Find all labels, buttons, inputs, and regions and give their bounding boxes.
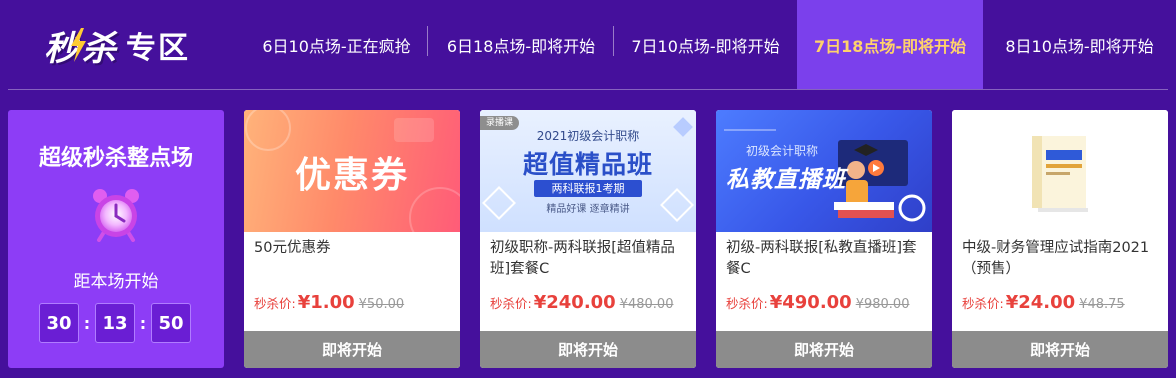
product-card-jingpin[interactable]: 录播课 2021初级会计职称 超值精品班 两科联报1考期 精品好课 逐章精讲 初… [480,110,696,368]
price-label: 秒杀价: [962,296,1004,311]
session-tab-7-18[interactable]: 7日18点场-即将开始 [797,0,983,89]
session-tab-7-10[interactable]: 7日10点场-即将开始 [614,0,797,89]
product-thumbnail[interactable]: 录播课 2021初级会计职称 超值精品班 两科联报1考期 精品好课 逐章精讲 [480,110,696,232]
logo-text-zhuanqu: 专区 [126,31,190,66]
price-row: 秒杀价: ¥240.00 ¥480.00 [490,292,673,313]
price-label: 秒杀价: [490,296,532,311]
header-divider [8,89,1168,90]
coming-soon-button[interactable]: 即将开始 [952,331,1168,368]
session-tab-6-10[interactable]: 6日10点场-正在疯抢 [245,0,428,89]
price-label: 秒杀价: [726,296,768,311]
countdown-seconds: 50 [151,303,191,343]
countdown-subtitle: 距本场开始 [73,272,159,292]
session-tabs: 6日10点场-正在疯抢 6日18点场-即将开始 7日10点场-即将开始 7日18… [245,0,1176,89]
product-name[interactable]: 中级-财务管理应试指南2021（预售） [962,238,1160,280]
product-thumbnail[interactable]: 优惠券 [244,110,460,232]
original-price: ¥50.00 [358,297,405,312]
product-thumbnail[interactable]: 初级会计职称 私教直播班 [716,110,932,232]
product-name[interactable]: 50元优惠券 [254,238,452,259]
product-name[interactable]: 初级-两科联报[私教直播班]套餐C [726,238,924,280]
seckill-price: ¥1.00 [297,292,355,313]
seckill-price: ¥240.00 [533,292,616,313]
original-price: ¥980.00 [855,297,910,312]
thumbnail-title: 超值精品班 [522,150,653,179]
book-cover-icon [1032,136,1088,212]
timer-separator: : [139,313,147,333]
price-row: 秒杀价: ¥490.00 ¥980.00 [726,292,909,313]
product-thumbnail[interactable] [952,110,1168,232]
thumbnail-subtitle: 2021初级会计职称 [536,129,640,143]
seckill-price: ¥24.00 [1005,292,1076,313]
alarm-clock-icon [93,189,139,242]
seckill-header: 秒 杀 专区 6日10点场-正在疯抢 6日18点场-即将开始 7日10点场-即将… [0,0,1176,89]
session-tab-6-18[interactable]: 6日18点场-即将开始 [428,0,614,89]
original-price: ¥48.75 [1079,297,1125,312]
countdown-title: 超级秒杀整点场 [38,146,193,171]
thumbnail-title: 优惠券 [294,155,409,196]
countdown-card: 超级秒杀整点场 距本场开始 30 : 13 : 50 [8,110,224,368]
price-row: 秒杀价: ¥24.00 ¥48.75 [962,292,1125,313]
coming-soon-button[interactable]: 即将开始 [244,331,460,368]
product-name[interactable]: 初级职称-两科联报[超值精品班]套餐C [490,238,688,280]
timer-separator: : [83,313,91,333]
product-card-book[interactable]: 中级-财务管理应试指南2021（预售） 秒杀价: ¥24.00 ¥48.75 即… [952,110,1168,368]
thumbnail-title: 私教直播班 [726,167,846,193]
price-row: 秒杀价: ¥1.00 ¥50.00 [254,292,404,313]
price-label: 秒杀价: [254,296,296,311]
countdown-timer: 30 : 13 : 50 [39,303,191,343]
product-card-sijiao[interactable]: 初级会计职称 私教直播班 初级-两科联报[私教直播班]套餐C 秒杀价: ¥490… [716,110,932,368]
original-price: ¥480.00 [619,297,674,312]
session-tab-8-10[interactable]: 8日10点场-即将开始 [983,0,1176,89]
logo-text-sha: 杀 [82,28,116,69]
product-card-coupon[interactable]: 优惠券 50元优惠券 秒杀价: ¥1.00 ¥50.00 即将开始 [244,110,460,368]
countdown-hours: 30 [39,303,79,343]
countdown-minutes: 13 [95,303,135,343]
thumbnail-footer: 精品好课 逐章精讲 [546,204,630,215]
thumbnail-pill: 两科联报1考期 [534,180,642,197]
thumbnail-subtitle: 初级会计职称 [746,144,819,158]
coming-soon-button[interactable]: 即将开始 [480,331,696,368]
seckill-logo: 秒 杀 专区 [44,22,190,69]
coming-soon-button[interactable]: 即将开始 [716,331,932,368]
seckill-price: ¥490.00 [769,292,852,313]
